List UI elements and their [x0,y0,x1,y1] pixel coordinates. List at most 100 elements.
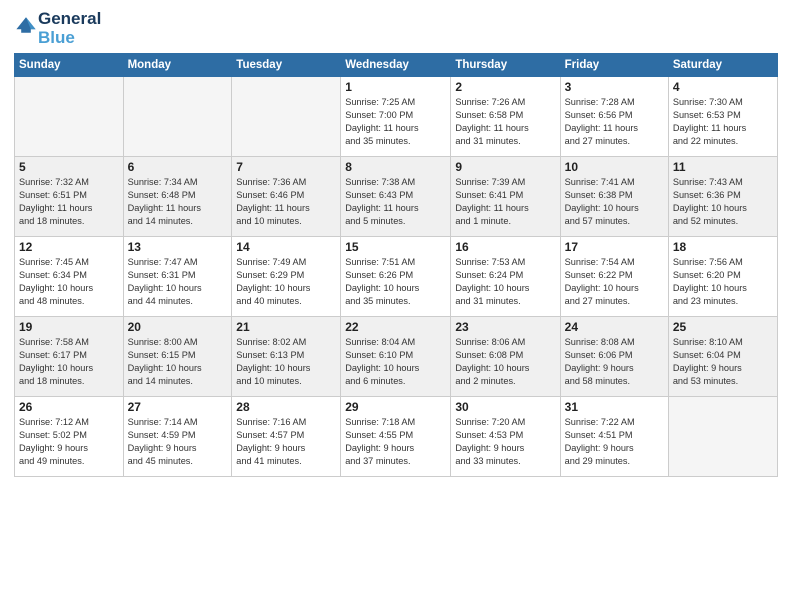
day-info: Sunrise: 7:32 AMSunset: 6:51 PMDaylight:… [19,176,119,228]
calendar-cell: 23 Sunrise: 8:06 AMSunset: 6:08 PMDayligh… [451,317,560,397]
calendar-cell: 4Sunrise: 7:30 AMSunset: 6:53 PMDaylight… [668,77,777,157]
day-number: 11 [673,160,773,174]
weekday-header-wednesday: Wednesday [341,54,451,77]
day-info: Sunrise: 7:14 AMSunset: 4:59 PMDaylight:… [128,416,228,468]
day-number: 30 [455,400,555,414]
day-number: 24 [565,320,664,334]
day-info: Sunrise: 7:53 AMSunset: 6:24 PMDaylight:… [455,256,555,308]
day-info: Sunrise: 7:58 AMSunset: 6:17 PMDaylight:… [19,336,119,388]
calendar-cell: 27 Sunrise: 7:14 AMSunset: 4:59 PMDayligh… [123,397,232,477]
weekday-header-saturday: Saturday [668,54,777,77]
calendar-cell: 11 Sunrise: 7:43 AMSunset: 6:36 PMDayligh… [668,157,777,237]
day-number: 17 [565,240,664,254]
calendar-cell [232,77,341,157]
calendar-cell [668,397,777,477]
day-info: Sunrise: 8:04 AMSunset: 6:10 PMDaylight:… [345,336,446,388]
calendar-cell: 24 Sunrise: 8:08 AMSunset: 6:06 PMDayligh… [560,317,668,397]
weekday-header-sunday: Sunday [15,54,124,77]
day-number: 1 [345,80,446,94]
calendar-cell: 8Sunrise: 7:38 AMSunset: 6:43 PMDaylight… [341,157,451,237]
day-info: Sunrise: 7:34 AMSunset: 6:48 PMDaylight:… [128,176,228,228]
day-number: 7 [236,160,336,174]
day-number: 27 [128,400,228,414]
day-info: Sunrise: 7:56 AMSunset: 6:20 PMDaylight:… [673,256,773,308]
day-info: Sunrise: 7:38 AMSunset: 6:43 PMDaylight:… [345,176,446,228]
day-info: Sunrise: 8:02 AMSunset: 6:13 PMDaylight:… [236,336,336,388]
calendar-cell: 29 Sunrise: 7:18 AMSunset: 4:55 PMDayligh… [341,397,451,477]
day-number: 21 [236,320,336,334]
logo-icon [14,13,38,37]
logo-text-line2: Blue [38,29,101,48]
calendar-cell: 15 Sunrise: 7:51 AMSunset: 6:26 PMDayligh… [341,237,451,317]
calendar-cell: 26 Sunrise: 7:12 AMSunset: 5:02 PMDayligh… [15,397,124,477]
calendar-cell: 28 Sunrise: 7:16 AMSunset: 4:57 PMDayligh… [232,397,341,477]
day-number: 16 [455,240,555,254]
calendar-week-row-2: 5Sunrise: 7:32 AMSunset: 6:51 PMDaylight… [15,157,778,237]
day-number: 13 [128,240,228,254]
day-number: 15 [345,240,446,254]
day-number: 18 [673,240,773,254]
day-info: Sunrise: 7:12 AMSunset: 5:02 PMDaylight:… [19,416,119,468]
calendar-cell: 5Sunrise: 7:32 AMSunset: 6:51 PMDaylight… [15,157,124,237]
weekday-header-row: SundayMondayTuesdayWednesdayThursdayFrid… [15,54,778,77]
day-info: Sunrise: 7:26 AMSunset: 6:58 PMDaylight:… [455,96,555,148]
calendar-cell: 30 Sunrise: 7:20 AMSunset: 4:53 PMDayligh… [451,397,560,477]
day-info: Sunrise: 7:25 AMSunset: 7:00 PMDaylight:… [345,96,446,148]
calendar-cell: 16 Sunrise: 7:53 AMSunset: 6:24 PMDayligh… [451,237,560,317]
day-number: 31 [565,400,664,414]
day-number: 29 [345,400,446,414]
logo-text-line1: General [38,10,101,29]
day-info: Sunrise: 7:51 AMSunset: 6:26 PMDaylight:… [345,256,446,308]
day-number: 3 [565,80,664,94]
calendar-week-row-3: 12Sunrise: 7:45 AMSunset: 6:34 PMDayligh… [15,237,778,317]
day-info: Sunrise: 7:39 AMSunset: 6:41 PMDaylight:… [455,176,555,228]
day-info: Sunrise: 8:08 AMSunset: 6:06 PMDaylight:… [565,336,664,388]
weekday-header-friday: Friday [560,54,668,77]
calendar-week-row-1: 1 Sunrise: 7:25 AMSunset: 7:00 PMDaylight… [15,77,778,157]
day-info: Sunrise: 7:47 AMSunset: 6:31 PMDaylight:… [128,256,228,308]
day-number: 6 [128,160,228,174]
weekday-header-tuesday: Tuesday [232,54,341,77]
day-info: Sunrise: 8:10 AMSunset: 6:04 PMDaylight:… [673,336,773,388]
calendar-cell: 19 Sunrise: 7:58 AMSunset: 6:17 PMDayligh… [15,317,124,397]
logo: General Blue [14,10,101,47]
day-info: Sunrise: 8:00 AMSunset: 6:15 PMDaylight:… [128,336,228,388]
day-info: Sunrise: 7:43 AMSunset: 6:36 PMDaylight:… [673,176,773,228]
day-number: 4 [673,80,773,94]
weekday-header-thursday: Thursday [451,54,560,77]
calendar-cell: 2Sunrise: 7:26 AMSunset: 6:58 PMDaylight… [451,77,560,157]
day-info: Sunrise: 7:22 AMSunset: 4:51 PMDaylight:… [565,416,664,468]
calendar-cell: 20 Sunrise: 8:00 AMSunset: 6:15 PMDayligh… [123,317,232,397]
day-info: Sunrise: 7:16 AMSunset: 4:57 PMDaylight:… [236,416,336,468]
day-number: 14 [236,240,336,254]
day-info: Sunrise: 8:06 AMSunset: 6:08 PMDaylight:… [455,336,555,388]
calendar-cell: 22 Sunrise: 8:04 AMSunset: 6:10 PMDayligh… [341,317,451,397]
day-number: 19 [19,320,119,334]
calendar-cell: 25 Sunrise: 8:10 AMSunset: 6:04 PMDayligh… [668,317,777,397]
calendar-cell: 18 Sunrise: 7:56 AMSunset: 6:20 PMDayligh… [668,237,777,317]
calendar-cell [123,77,232,157]
day-number: 23 [455,320,555,334]
day-number: 25 [673,320,773,334]
calendar-cell: 21 Sunrise: 8:02 AMSunset: 6:13 PMDayligh… [232,317,341,397]
day-number: 22 [345,320,446,334]
calendar-cell: 3 Sunrise: 7:28 AMSunset: 6:56 PMDaylight… [560,77,668,157]
day-info: Sunrise: 7:28 AMSunset: 6:56 PMDaylight:… [565,96,664,148]
day-info: Sunrise: 7:20 AMSunset: 4:53 PMDaylight:… [455,416,555,468]
calendar-cell [15,77,124,157]
day-number: 28 [236,400,336,414]
calendar-cell: 6 Sunrise: 7:34 AMSunset: 6:48 PMDaylight… [123,157,232,237]
day-number: 26 [19,400,119,414]
calendar-cell: 31 Sunrise: 7:22 AMSunset: 4:51 PMDayligh… [560,397,668,477]
weekday-header-monday: Monday [123,54,232,77]
day-info: Sunrise: 7:36 AMSunset: 6:46 PMDaylight:… [236,176,336,228]
day-info: Sunrise: 7:18 AMSunset: 4:55 PMDaylight:… [345,416,446,468]
day-info: Sunrise: 7:45 AMSunset: 6:34 PMDaylight:… [19,256,119,308]
calendar-cell: 13 Sunrise: 7:47 AMSunset: 6:31 PMDayligh… [123,237,232,317]
calendar-week-row-5: 26 Sunrise: 7:12 AMSunset: 5:02 PMDayligh… [15,397,778,477]
day-number: 20 [128,320,228,334]
day-info: Sunrise: 7:54 AMSunset: 6:22 PMDaylight:… [565,256,664,308]
day-number: 9 [455,160,555,174]
day-info: Sunrise: 7:49 AMSunset: 6:29 PMDaylight:… [236,256,336,308]
calendar-table: SundayMondayTuesdayWednesdayThursdayFrid… [14,53,778,477]
